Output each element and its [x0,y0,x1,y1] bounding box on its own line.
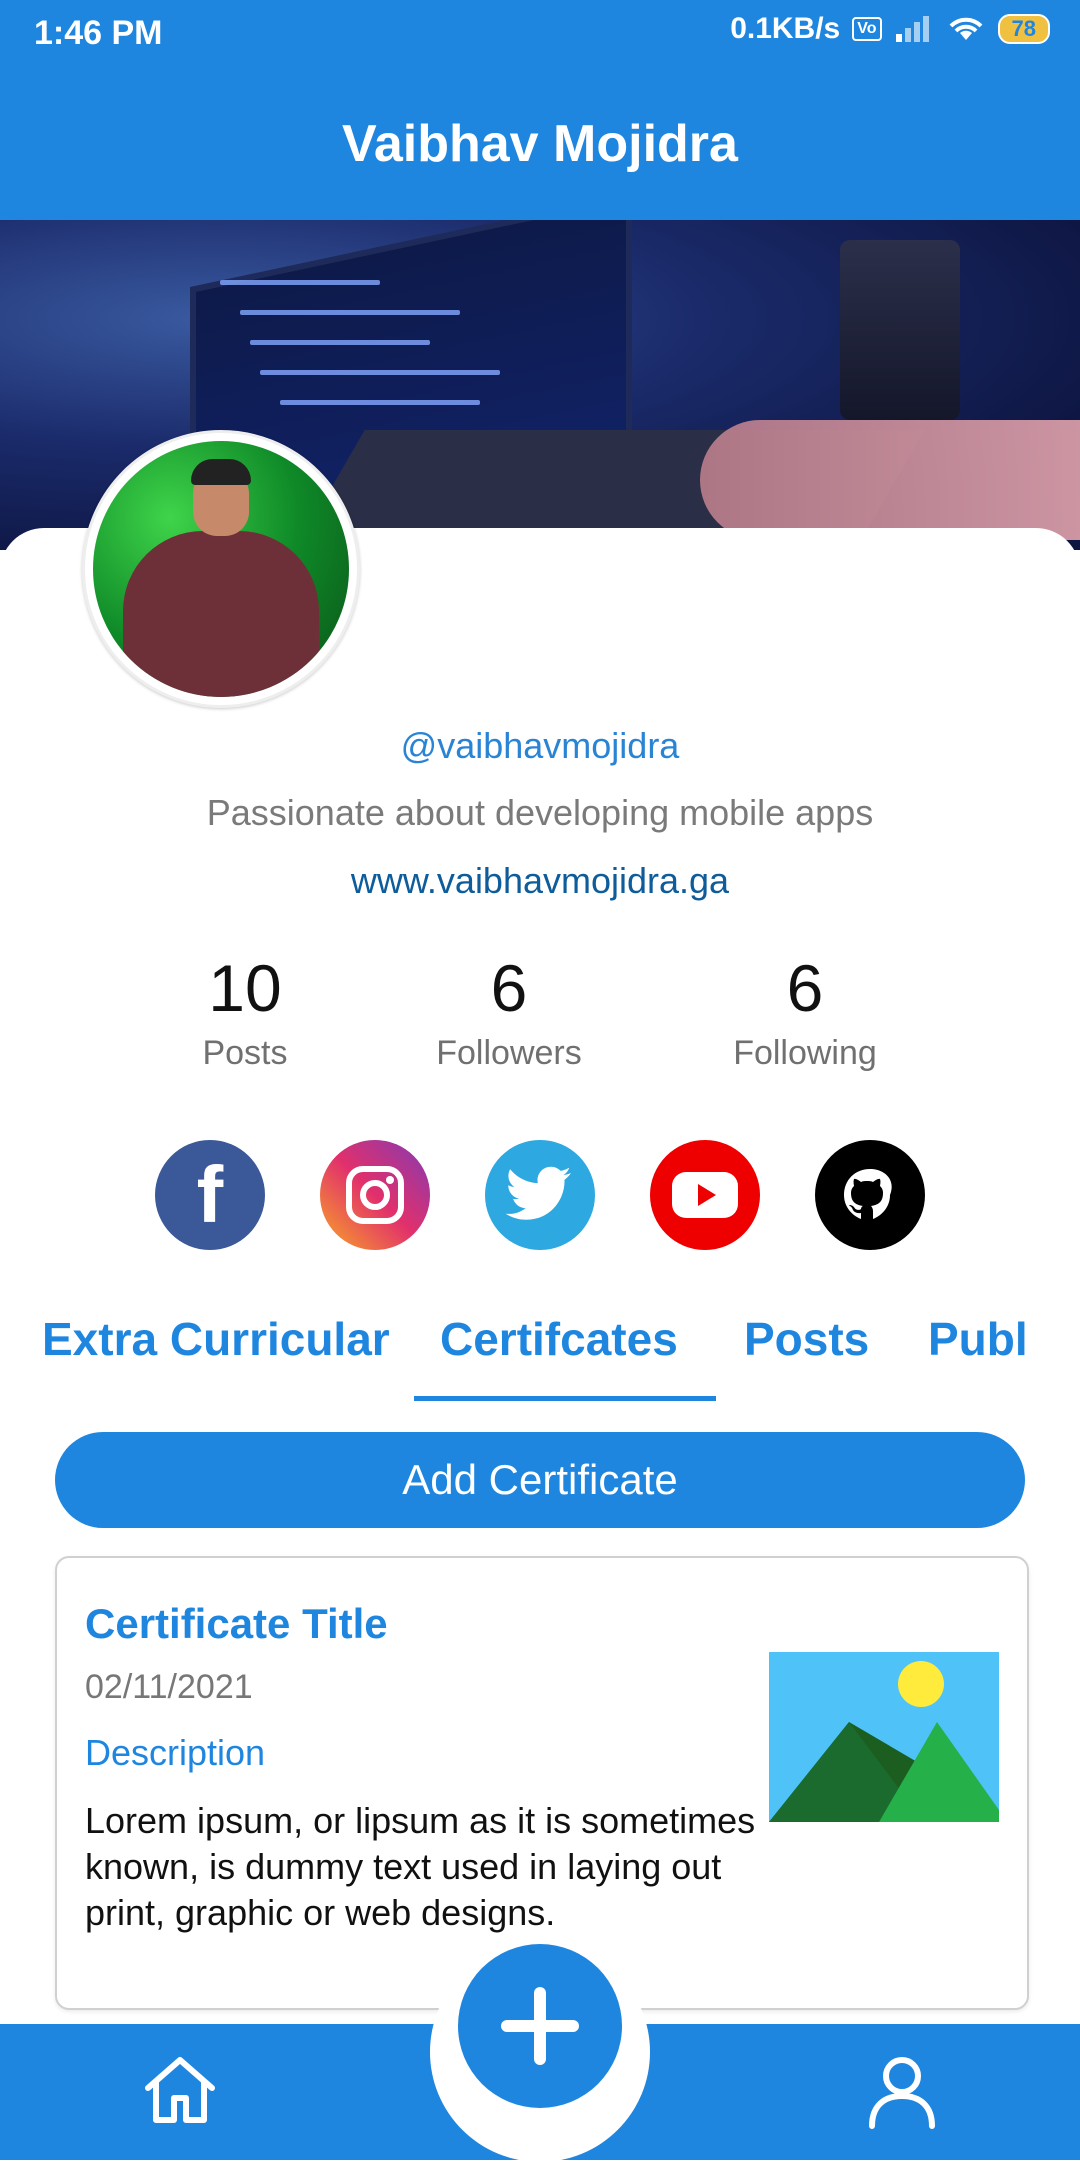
stat-value: 6 [490,951,528,1025]
youtube-icon[interactable] [650,1140,760,1250]
plus-icon [501,1987,579,2065]
signal-icon [895,16,929,42]
add-certificate-button[interactable]: Add Certificate [55,1432,1025,1528]
status-time: 1:46 PM [34,14,163,52]
profile-tabs: Extra Curricular Certifcates Posts Publ [0,1300,1080,1410]
certificate-title: Certificate Title [85,1600,388,1647]
volte-icon: Vo [852,17,882,41]
stat-followers[interactable]: 6 Followers [379,950,639,1073]
profile-bio: Passionate about developing mobile apps [206,792,874,833]
certificate-description: Lorem ipsum, or lipsum as it is sometime… [85,1800,756,1933]
stat-posts[interactable]: 10 Posts [115,950,375,1073]
tab-posts[interactable]: Posts [744,1312,869,1366]
stat-value: 6 [786,951,824,1025]
facebook-icon[interactable]: f [155,1140,265,1250]
tab-active-indicator [414,1396,716,1401]
profile-handle: @vaibhavmojidra [400,725,680,766]
tab-publications[interactable]: Publ [928,1312,1028,1366]
instagram-icon[interactable] [320,1140,430,1250]
profile-icon[interactable] [862,2050,942,2130]
app-bar: Vaibhav Mojidra [0,68,1080,220]
avatar[interactable] [82,430,360,708]
tab-extra-curricular[interactable]: Extra Curricular [42,1312,390,1366]
stat-label: Followers [436,1034,582,1072]
wifi-icon [949,17,982,40]
home-icon[interactable] [140,2050,220,2130]
status-bar: 1:46 PM 0.1KB/s Vo 78 [0,0,1080,68]
stat-label: Following [733,1034,877,1072]
tab-certificates[interactable]: Certifcates [440,1312,678,1366]
stat-value: 10 [208,951,282,1025]
certificate-description-label: Description [85,1732,266,1773]
net-speed: 0.1KB/s [730,12,841,45]
image-placeholder-icon [769,1652,999,1822]
add-post-fab[interactable] [458,1944,622,2108]
twitter-icon[interactable] [485,1140,595,1250]
social-links: f [0,1140,1080,1250]
github-icon[interactable] [815,1140,925,1250]
app-title: Vaibhav Mojidra [342,115,738,173]
status-right: 0.1KB/s Vo 78 [730,12,1050,46]
certificate-date: 02/11/2021 [85,1668,253,1706]
profile-website-link[interactable]: www.vaibhavmojidra.ga [0,860,1080,902]
battery-icon: 78 [997,14,1050,44]
stat-label: Posts [202,1034,288,1072]
stat-following[interactable]: 6 Following [675,950,935,1073]
